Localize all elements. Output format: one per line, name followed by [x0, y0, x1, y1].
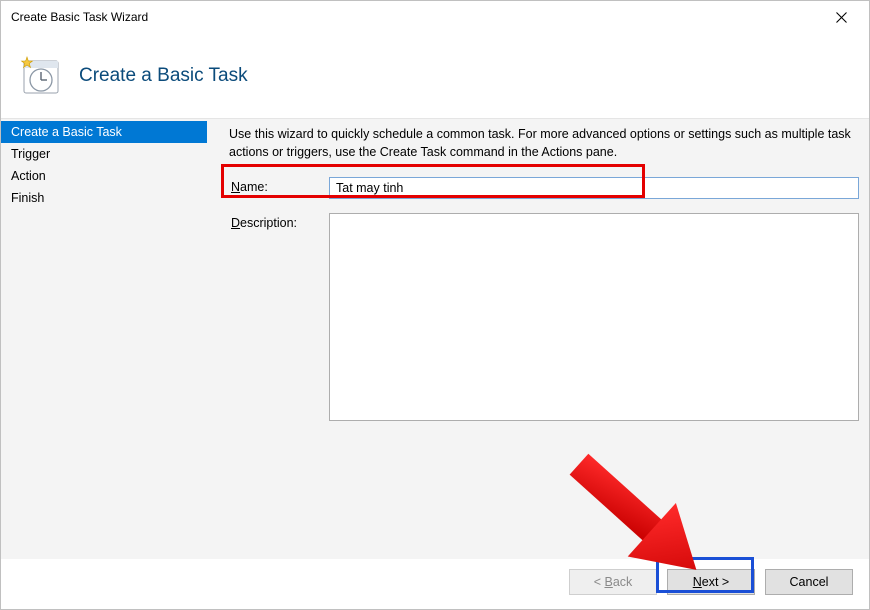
wizard-steps-sidebar: Create a Basic Task Trigger Action Finis…: [1, 119, 207, 559]
close-button[interactable]: [821, 2, 861, 32]
page-title: Create a Basic Task: [79, 65, 248, 87]
next-button[interactable]: Next >: [667, 569, 755, 595]
button-bar: < Back Next > Cancel: [569, 569, 853, 595]
sidebar-item-trigger[interactable]: Trigger: [1, 143, 207, 165]
wizard-clock-icon: [19, 55, 61, 97]
instructions-text: Use this wizard to quickly schedule a co…: [225, 123, 861, 171]
sidebar-item-create-basic-task[interactable]: Create a Basic Task: [1, 121, 207, 143]
description-label: Description:: [225, 213, 329, 233]
content-pane: Use this wizard to quickly schedule a co…: [207, 119, 869, 559]
sidebar-item-finish[interactable]: Finish: [1, 187, 207, 209]
sidebar-item-action[interactable]: Action: [1, 165, 207, 187]
name-row: Name:: [225, 177, 861, 199]
name-input[interactable]: [329, 177, 859, 199]
description-textarea[interactable]: [329, 213, 859, 421]
close-icon: [836, 12, 847, 23]
cancel-button[interactable]: Cancel: [765, 569, 853, 595]
back-button: < Back: [569, 569, 657, 595]
main-area: Create a Basic Task Trigger Action Finis…: [1, 119, 869, 559]
window-title: Create Basic Task Wizard: [11, 10, 148, 24]
description-row: Description:: [225, 213, 861, 421]
titlebar: Create Basic Task Wizard: [1, 1, 869, 33]
header: Create a Basic Task: [1, 33, 869, 119]
name-label: Name:: [225, 177, 329, 197]
